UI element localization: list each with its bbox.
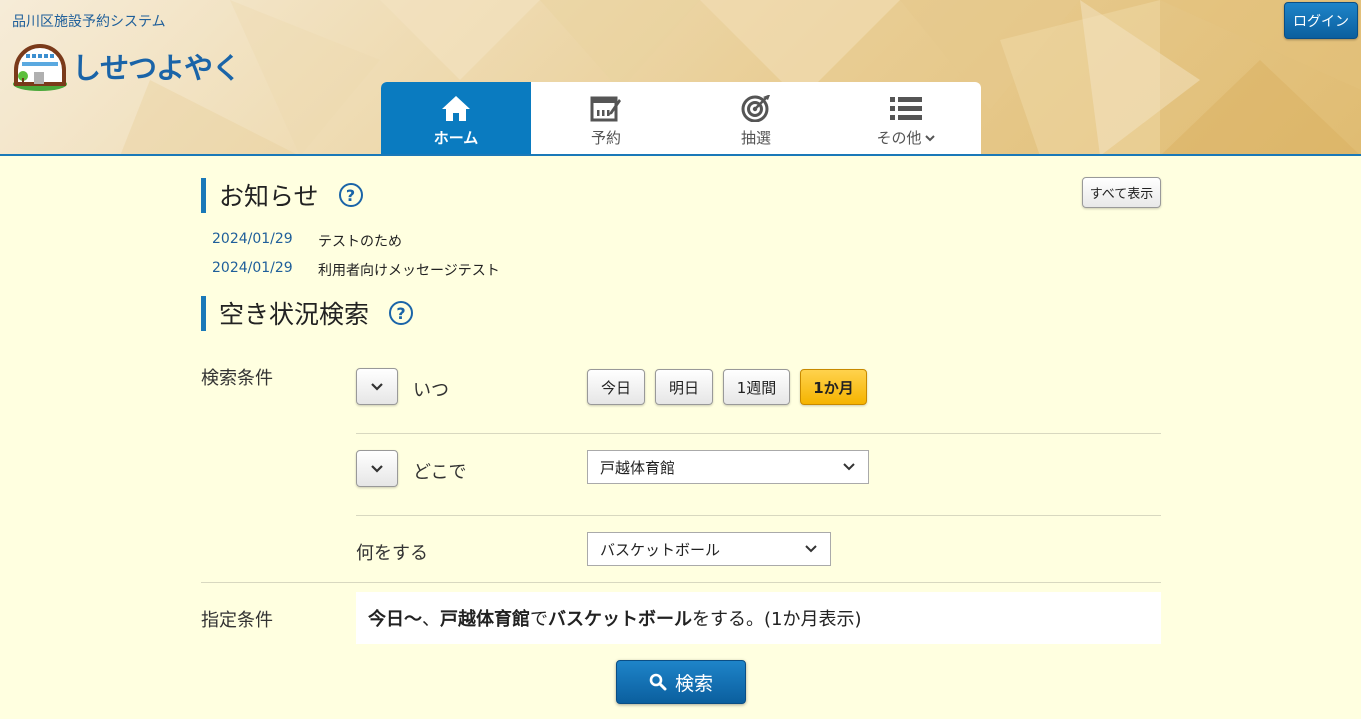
help-icon[interactable]: ? [338, 183, 363, 207]
tab-reservation-label: 予約 [590, 129, 621, 147]
where-label: どこで [413, 462, 467, 483]
logo-text: しせつよやく [72, 51, 241, 85]
summary-suffix: をする。(1か月表示) [692, 609, 862, 630]
system-name: 品川区施設予約システム [12, 14, 166, 30]
tab-home-label: ホーム [433, 129, 479, 147]
summary-facility: 戸越体育館 [440, 609, 530, 630]
chevron-down-icon [924, 135, 935, 142]
chevron-down-icon [371, 464, 383, 473]
search-heading: 空き状況検索 ? [201, 295, 414, 331]
logo[interactable]: しせつよやく [12, 40, 241, 92]
help-icon[interactable]: ? [389, 301, 414, 325]
tab-other-text: その他 [876, 129, 922, 147]
tab-lottery-label: 抽選 [740, 129, 771, 147]
chevron-down-icon [805, 545, 817, 553]
tab-other[interactable]: その他 [831, 82, 981, 154]
heading-accent-bar [201, 295, 206, 331]
summary-particle: で [530, 609, 548, 630]
when-tomorrow-button[interactable]: 明日 [655, 369, 713, 405]
specified-conditions-label: 指定条件 [201, 610, 273, 631]
when-today-button[interactable]: 今日 [587, 369, 645, 405]
conditions-summary: 今日〜、戸越体育館でバスケットボール をする。(1か月表示) [356, 592, 1161, 644]
lottery-target-icon [741, 95, 770, 122]
summary-date: 今日〜 [368, 609, 422, 630]
where-toggle-button[interactable] [356, 450, 398, 487]
chevron-down-icon [371, 382, 383, 391]
when-month-button[interactable]: 1か月 [800, 369, 867, 405]
search-title: 空き状況検索 [219, 300, 370, 329]
notice-text: テストのため [318, 234, 402, 250]
activity-select-value: バスケットボール [600, 540, 721, 559]
notice-item[interactable]: 2024/01/29 テストのため [212, 231, 402, 251]
tab-home[interactable]: ホーム [381, 82, 531, 154]
facility-house-icon [13, 44, 67, 91]
home-icon [442, 96, 470, 121]
chevron-down-icon [843, 463, 855, 471]
notice-item[interactable]: 2024/01/29 利用者向けメッセージテスト [212, 260, 500, 280]
header: 品川区施設予約システム しせつよやく ログイン ホーム 予約 抽選 その他 [0, 0, 1361, 156]
tab-other-label: その他 [876, 127, 935, 148]
activity-select[interactable]: バスケットボール [587, 532, 831, 566]
tab-lottery[interactable]: 抽選 [681, 82, 831, 154]
show-all-button[interactable]: すべて表示 [1082, 177, 1161, 208]
notice-text: 利用者向けメッセージテスト [318, 263, 500, 279]
summary-activity: バスケットボール [548, 609, 692, 630]
section-divider [201, 582, 1161, 583]
search-icon [649, 673, 667, 691]
summary-comma: 、 [422, 609, 440, 630]
heading-accent-bar [201, 177, 206, 213]
when-week-button[interactable]: 1週間 [723, 369, 790, 405]
notice-date: 2024/01/29 [212, 231, 293, 247]
notices-title: お知らせ [219, 182, 319, 211]
facility-select[interactable]: 戸越体育館 [587, 450, 869, 484]
search-button-label: 検索 [674, 672, 713, 695]
list-icon [890, 97, 922, 120]
notices-heading: お知らせ ? [201, 177, 363, 213]
main-nav: ホーム 予約 抽選 その他 [381, 82, 981, 154]
search-conditions-label: 検索条件 [201, 368, 273, 389]
row-divider [356, 433, 1161, 434]
facility-select-value: 戸越体育館 [600, 458, 676, 477]
row-divider [356, 515, 1161, 516]
when-toggle-button[interactable] [356, 368, 398, 405]
when-label: いつ [413, 380, 449, 401]
search-button[interactable]: 検索 [616, 660, 746, 704]
tab-reservation[interactable]: 予約 [531, 82, 681, 154]
login-button[interactable]: ログイン [1284, 2, 1358, 39]
reservation-icon [590, 96, 621, 122]
what-label: 何をする [356, 543, 428, 564]
notice-date: 2024/01/29 [212, 260, 293, 276]
